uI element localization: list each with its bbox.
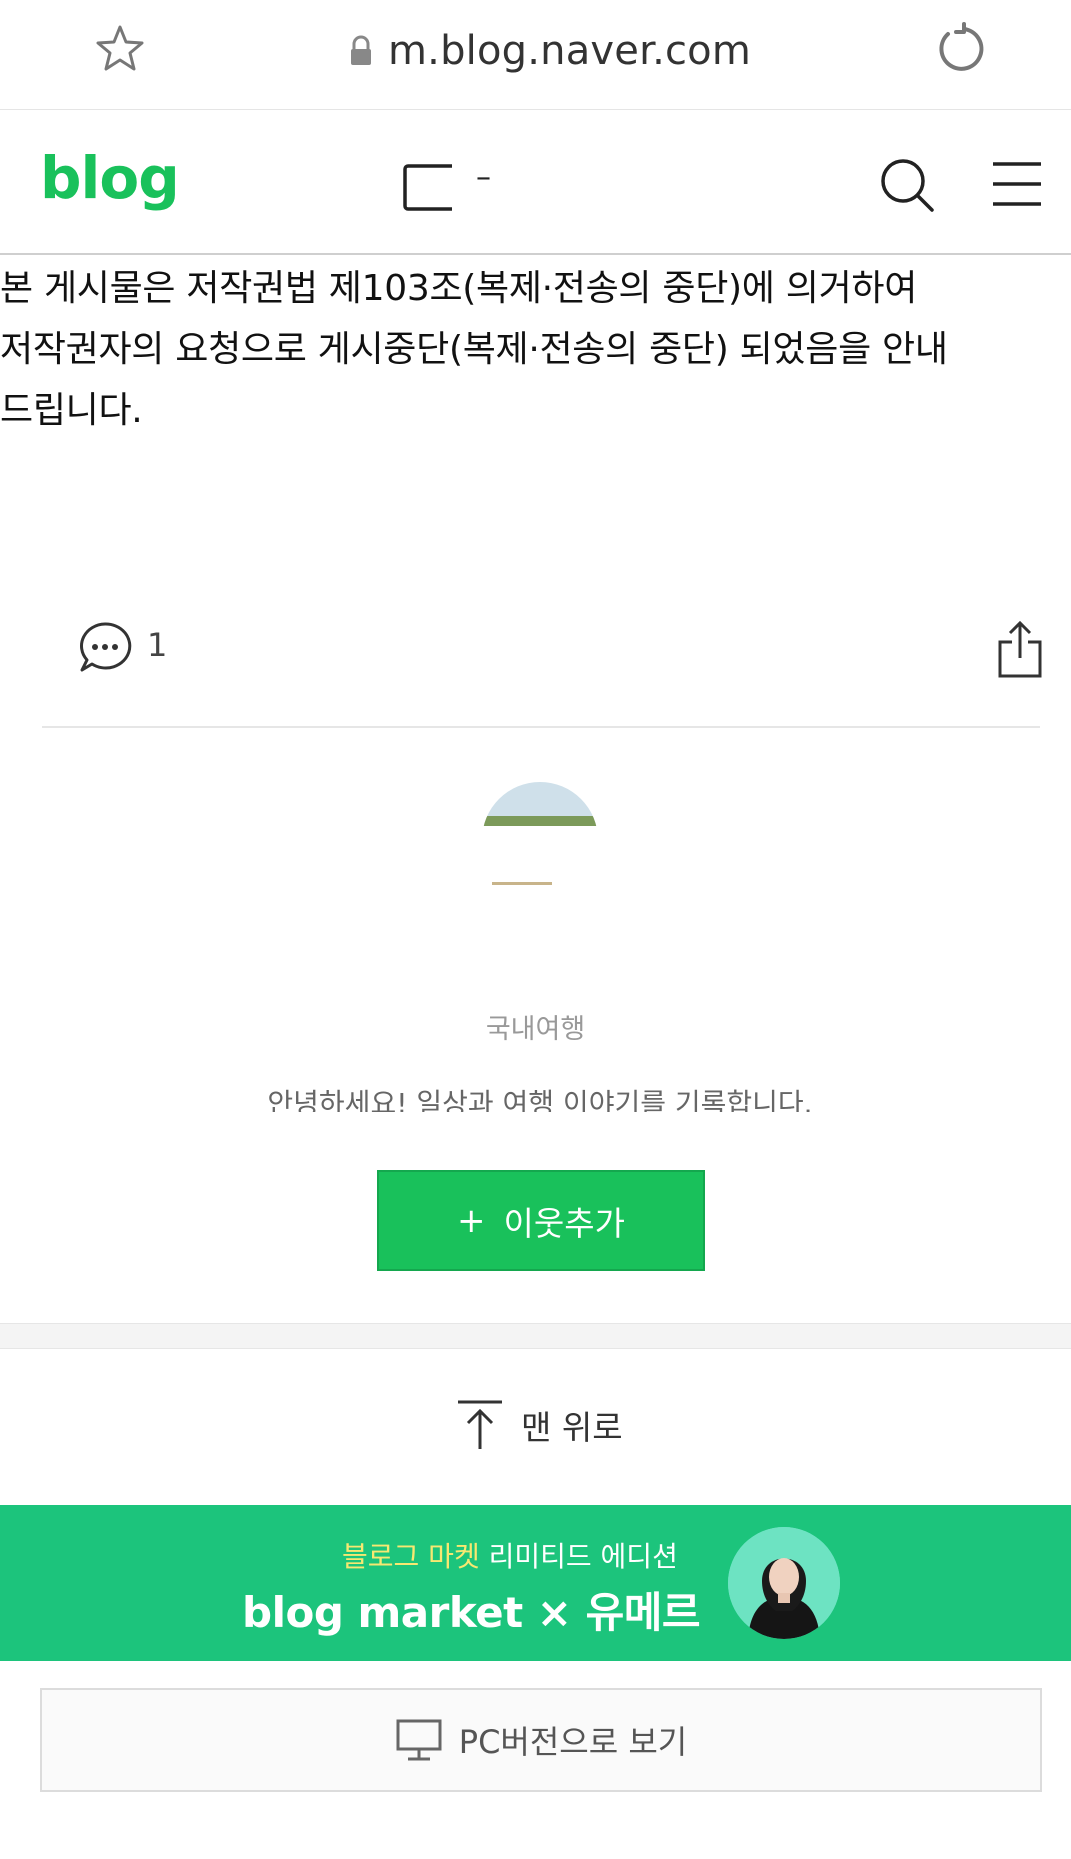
banner-subtitle: 블로그 마켓 리미티드 에디션 (342, 1535, 678, 1575)
reload-icon[interactable] (934, 22, 986, 74)
share-icon[interactable] (995, 620, 1045, 680)
blog-header: blog – (0, 110, 1071, 255)
back-to-top-button[interactable]: 맨 위로 (455, 1395, 623, 1455)
monitor-icon (396, 1719, 442, 1761)
add-neighbor-button[interactable]: + 이웃추가 (377, 1170, 705, 1271)
back-to-top-label: 맨 위로 (521, 1408, 623, 1447)
banner-person-image (728, 1527, 840, 1639)
banner-subtitle-rest: 리미티드 에디션 (479, 1540, 678, 1573)
address-bar[interactable]: m.blog.naver.com (348, 26, 751, 76)
pc-version-label: PC버전으로 보기 (458, 1723, 688, 1761)
browser-bar: m.blog.naver.com (0, 0, 1071, 110)
comment-icon[interactable] (77, 620, 133, 676)
blog-category: 국내여행 (485, 1014, 586, 1045)
blog-intro: 안녕하세요! 일상과 여행 이야기를 기록합니다. (267, 1087, 813, 1112)
star-icon[interactable] (94, 24, 146, 74)
search-icon[interactable] (878, 156, 936, 214)
banner-title: blog market × 유메르 (242, 1588, 701, 1637)
avatar[interactable] (482, 782, 598, 892)
arrow-up-icon (458, 1400, 502, 1449)
takedown-notice: 본 게시물은 저작권법 제103조(복제·전송의 중단)에 의거하여 저작권자의… (0, 268, 948, 431)
blog-market-banner[interactable]: 블로그 마켓 리미티드 에디션 blog market × 유메르 (0, 1505, 1071, 1661)
comment-count[interactable]: 1 (147, 626, 167, 664)
pc-version-button[interactable]: PC버전으로 보기 (40, 1688, 1042, 1792)
divider (42, 726, 1040, 728)
blog-logo[interactable]: blog (40, 144, 180, 212)
blog-title: – (476, 160, 491, 195)
plus-icon: + (457, 1200, 486, 1241)
menu-icon[interactable] (990, 158, 1044, 210)
section-separator (0, 1323, 1071, 1349)
lock-icon (351, 35, 371, 65)
page-icon[interactable] (402, 162, 456, 212)
add-neighbor-label: 이웃추가 (503, 1203, 625, 1243)
banner-subtitle-highlight: 블로그 마켓 (342, 1540, 480, 1573)
url-text: m.blog.naver.com (388, 28, 752, 74)
